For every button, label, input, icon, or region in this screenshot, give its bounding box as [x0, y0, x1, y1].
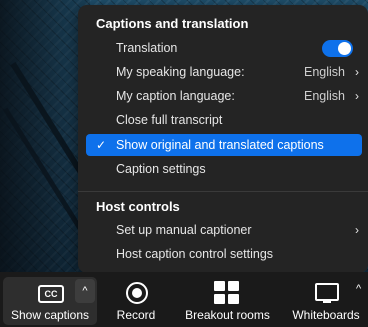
record-button[interactable]: Record	[105, 272, 167, 327]
chevron-right-icon: ›	[355, 223, 359, 237]
meeting-toolbar: CC ^ Show captions Record Breakout rooms…	[0, 272, 368, 327]
show-captions-label: Show captions	[10, 308, 90, 322]
section-title-captions-translation: Captions and translation	[96, 16, 249, 31]
caption-language-value: English	[304, 89, 345, 103]
speaking-language-label: My speaking language:	[116, 65, 245, 79]
chevron-right-icon: ›	[355, 65, 359, 79]
manual-captioner-label: Set up manual captioner	[116, 223, 252, 237]
menu-item-host-caption-settings[interactable]: Host caption control settings	[86, 243, 362, 265]
breakout-rooms-label: Breakout rooms	[185, 308, 270, 322]
translation-label: Translation	[116, 41, 178, 55]
translation-toggle[interactable]	[322, 40, 353, 57]
menu-item-caption-settings[interactable]: Caption settings	[86, 158, 362, 180]
close-transcript-label: Close full transcript	[116, 113, 223, 127]
speaking-language-value: English	[304, 65, 345, 79]
checkmark-icon: ✓	[96, 138, 107, 152]
whiteboards-label: Whiteboards	[292, 308, 360, 322]
video-shadow	[0, 0, 90, 272]
host-caption-settings-label: Host caption control settings	[116, 247, 274, 261]
caption-settings-label: Caption settings	[116, 162, 206, 176]
chevron-right-icon: ›	[355, 89, 359, 103]
breakout-rooms-button[interactable]: Breakout rooms	[180, 272, 275, 327]
toggle-knob	[338, 42, 351, 55]
menu-item-translation[interactable]: Translation	[86, 37, 362, 59]
menu-item-close-transcript[interactable]: Close full transcript	[86, 109, 362, 131]
menu-item-manual-captioner[interactable]: Set up manual captioner ›	[86, 219, 362, 241]
show-both-label: Show original and translated captions	[116, 138, 324, 152]
section-title-host-controls: Host controls	[96, 199, 180, 214]
menu-item-caption-language[interactable]: My caption language: English ›	[86, 85, 362, 107]
menu-item-show-original-translated[interactable]: ✓ Show original and translated captions	[86, 134, 362, 156]
captions-menu: Captions and translation Translation My …	[78, 5, 368, 273]
chevron-up-icon[interactable]: ^	[356, 283, 361, 295]
caption-language-label: My caption language:	[116, 89, 235, 103]
menu-divider	[78, 191, 368, 192]
show-captions-label-wrap: Show captions	[3, 272, 97, 327]
whiteboards-button[interactable]: Whiteboards	[288, 272, 364, 327]
menu-item-speaking-language[interactable]: My speaking language: English ›	[86, 61, 362, 83]
record-label: Record	[116, 308, 156, 322]
